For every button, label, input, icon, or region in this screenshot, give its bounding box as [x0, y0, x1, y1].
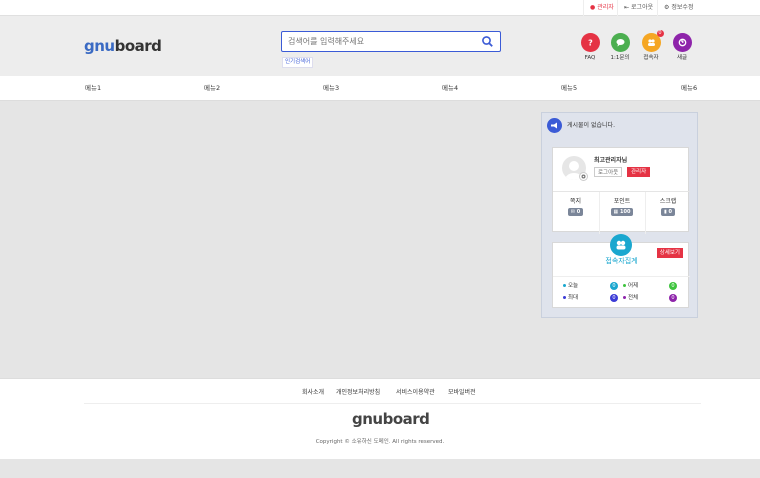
scrap-count: ▮ 0 [661, 208, 675, 216]
stat-point[interactable]: 포인트 ▦ 100 [599, 192, 644, 234]
site-logo[interactable]: gnuboard [84, 37, 162, 55]
nav-menu-1[interactable]: 메뉴1 [85, 76, 101, 101]
footer-link-terms[interactable]: 서비스이용약관 [396, 387, 435, 396]
search-box [281, 31, 501, 52]
users-icon: 0 [641, 30, 664, 52]
memo-count: ✉ 0 [567, 208, 584, 216]
edit-info-link[interactable]: ⚙ 정보수정 [657, 0, 699, 16]
visit-list: 오늘 0 어제 0 최대 0 전체 0 [553, 276, 690, 309]
visit-box: 접속자집계 상세보기 오늘 0 어제 0 최대 0 전체 0 [552, 234, 690, 309]
qa-button[interactable]: 1:1문의 [608, 33, 632, 62]
stat-scrap[interactable]: 스크랩 ▮ 0 [645, 192, 690, 234]
question-icon: ? [580, 33, 600, 52]
profile-gear-icon[interactable] [579, 172, 588, 181]
top-bar: ● 관리자 ⇤ 로그아웃 ⚙ 정보수정 [0, 0, 760, 16]
visit-title: 접속자집계 [605, 257, 638, 265]
svg-text:?: ? [588, 39, 593, 48]
nav-menu-3[interactable]: 메뉴3 [323, 76, 339, 101]
footer-divider [84, 403, 701, 404]
popular-search-label[interactable]: 인기검색어 [282, 57, 314, 68]
chat-icon [610, 33, 630, 52]
search-input[interactable] [288, 32, 478, 50]
member-stats: 쪽지 ✉ 0 포인트 ▦ 100 스크랩 ▮ 0 [553, 191, 690, 234]
logout-link[interactable]: ⇤ 로그아웃 [617, 0, 659, 16]
search-button[interactable] [481, 35, 494, 48]
logout-button[interactable]: 로그아웃 [594, 167, 623, 177]
faq-button[interactable]: ? FAQ [578, 33, 602, 62]
visit-total-label: 전체 [623, 294, 638, 302]
footer-link-mobile[interactable]: 모바일버전 [448, 387, 476, 396]
admin-link[interactable]: ● 관리자 [583, 0, 620, 16]
visit-yesterday-value: 0 [669, 282, 677, 290]
copyright: Copyright © 소유하신 도메인. All rights reserve… [315, 439, 445, 445]
search-icon [482, 36, 493, 47]
point-count: ▦ 100 [610, 208, 634, 216]
visit-total-value: 0 [669, 294, 677, 302]
outlogin-box: 최고관리자님 로그아웃 관리자 쪽지 ✉ 0 포인트 ▦ 100 스크랩 ▮ 0 [552, 147, 690, 234]
visit-today-value: 0 [610, 282, 618, 290]
new-post-icon [672, 33, 692, 52]
settings-icon: ⚙ [664, 4, 670, 11]
nickname: 최고관리자님 [594, 157, 628, 164]
visit-more-button[interactable]: 상세보기 [656, 248, 683, 258]
footer-logo: gnuboard [352, 410, 430, 428]
main-nav: 메뉴1 메뉴2 메뉴3 메뉴4 메뉴5 메뉴6 [0, 76, 760, 101]
new-posts-button[interactable]: 새글 [670, 33, 694, 62]
users-icon [610, 234, 632, 256]
nav-menu-2[interactable]: 메뉴2 [204, 76, 220, 101]
visitors-button[interactable]: 0 접속자 [639, 30, 664, 62]
gear-icon: ● [590, 4, 596, 11]
megaphone-icon [547, 118, 562, 133]
visit-max-value: 0 [610, 294, 618, 302]
footer-link-about[interactable]: 회사소개 [302, 387, 324, 396]
nav-menu-4[interactable]: 메뉴4 [442, 76, 458, 101]
nav-menu-5[interactable]: 메뉴5 [561, 76, 577, 101]
visitors-badge: 0 [656, 30, 664, 37]
footer: 회사소개 개인정보처리방침 서비스이용약관 모바일버전 gnuboard Cop… [0, 378, 760, 459]
nav-menu-6[interactable]: 메뉴6 [681, 76, 697, 101]
sidebar: 게시물이 없습니다. 최고관리자님 로그아웃 관리자 쪽지 ✉ 0 포인트 ▦ … [541, 112, 698, 318]
notice-text: 게시물이 없습니다. [567, 122, 615, 129]
visit-yesterday-label: 어제 [623, 282, 638, 290]
stat-memo[interactable]: 쪽지 ✉ 0 [553, 192, 598, 234]
admin-button[interactable]: 관리자 [627, 167, 651, 177]
logout-icon: ⇤ [624, 4, 630, 11]
visit-max-label: 최대 [563, 294, 578, 302]
footer-link-privacy[interactable]: 개인정보처리방침 [336, 387, 380, 396]
visit-today-label: 오늘 [563, 282, 578, 290]
